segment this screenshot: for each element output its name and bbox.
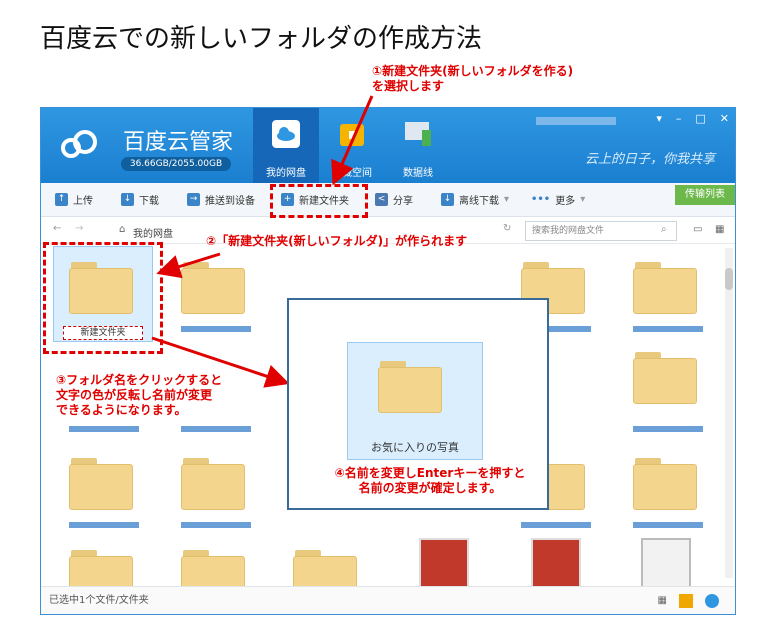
- top-bar: 百度云管家 36.66GB/2055.00GB 我的网盘 隐藏空间 数据线 ▾ …: [41, 108, 735, 183]
- search-input[interactable]: 搜索我的网盘文件: [525, 221, 677, 241]
- annotation-step4: ④名前を変更しEnterキーを押すと 名前の変更が確定します。: [334, 466, 526, 495]
- window-controls: ▾ – □ ✕: [656, 112, 729, 125]
- folder-label-redacted: [69, 426, 139, 432]
- maximize-icon[interactable]: □: [695, 112, 705, 125]
- annotation-step3: ③フォルダ名をクリックすると 文字の色が反転し名前が変更 できるようになります。: [56, 373, 223, 417]
- home-icon[interactable]: ⌂: [119, 224, 125, 235]
- offline-download-icon: ↓: [441, 193, 454, 206]
- slogan: 云上的日子，你我共享: [584, 152, 715, 167]
- nav-my-drive[interactable]: 我的网盘: [253, 108, 319, 183]
- baidu-cloud-logo-icon: [61, 130, 97, 158]
- image-thumbnail[interactable]: [531, 538, 581, 590]
- scrollbar[interactable]: [725, 248, 733, 578]
- nav-data-line[interactable]: 数据线: [385, 108, 451, 183]
- folder-icon[interactable]: [69, 458, 139, 512]
- folder-label-redacted: [521, 522, 591, 528]
- rename-example-panel: お気に入りの写真 ④名前を変更しEnterキーを押すと 名前の変更が確定します。: [287, 298, 549, 510]
- folder-label-redacted: [69, 522, 139, 528]
- toolbar: ↑ 上传 ↓ 下载 → 推送到设备 + 新建文件夹 < 分享 ↓ 离线下载 ▾ …: [41, 183, 735, 217]
- chevron-down-icon: ▾: [504, 194, 510, 205]
- selection-status: 已选中1个文件/文件夹: [49, 595, 149, 606]
- minimize-icon[interactable]: –: [676, 112, 682, 125]
- view-toggle-icon[interactable]: ▭: [693, 224, 702, 235]
- renamed-folder: お気に入りの写真: [347, 342, 483, 460]
- brand-name: 百度云管家: [123, 130, 234, 155]
- nav-label: 隐藏空间: [332, 168, 372, 179]
- folder-label-redacted: [633, 426, 703, 432]
- lock-icon: [340, 124, 364, 146]
- grid-view-icon[interactable]: ▦: [715, 224, 724, 235]
- folder-icon[interactable]: [633, 458, 703, 512]
- close-icon[interactable]: ✕: [720, 112, 729, 125]
- breadcrumb[interactable]: 我的网盘: [133, 225, 173, 240]
- menu-icon[interactable]: ▾: [656, 112, 662, 125]
- nav-label: 我的网盘: [266, 168, 306, 179]
- search-icon[interactable]: ⌕: [661, 224, 667, 235]
- image-thumbnail[interactable]: [419, 538, 469, 590]
- lock-status-icon[interactable]: [705, 594, 719, 608]
- share-icon: <: [375, 193, 388, 206]
- chevron-down-icon: ▾: [580, 194, 586, 205]
- folder-label-redacted: [633, 326, 703, 332]
- storage-quota: 36.66GB/2055.00GB: [121, 157, 231, 171]
- nav-hidden-space[interactable]: 隐藏空间: [319, 108, 385, 183]
- offline-download-button[interactable]: ↓ 离线下载 ▾: [441, 192, 509, 207]
- upload-button[interactable]: ↑ 上传: [55, 192, 93, 207]
- forward-arrow-icon[interactable]: →: [75, 223, 83, 234]
- folder-icon[interactable]: [181, 458, 251, 512]
- status-bar: 已选中1个文件/文件夹 ▦: [41, 586, 735, 614]
- share-button[interactable]: < 分享: [375, 192, 413, 207]
- push-to-device-button[interactable]: → 推送到设备: [187, 192, 255, 207]
- folder-label-redacted: [181, 326, 251, 332]
- push-icon: →: [187, 193, 200, 206]
- folder-icon: [378, 361, 448, 415]
- highlight-new-folder-button: [270, 184, 368, 218]
- annotation-step1: ①新建文件夹(新しいフォルダを作る) を選択します: [372, 64, 574, 93]
- folder-icon[interactable]: [181, 262, 251, 316]
- image-thumbnail[interactable]: [641, 538, 691, 590]
- folder-icon[interactable]: [633, 352, 703, 406]
- transfer-list-button[interactable]: 传输列表: [675, 185, 735, 205]
- scrollbar-thumb[interactable]: [725, 268, 733, 290]
- grid-icon[interactable]: ▦: [658, 587, 667, 614]
- download-button[interactable]: ↓ 下载: [121, 192, 159, 207]
- more-dots-icon: •••: [531, 194, 551, 205]
- page-title: 百度云での新しいフォルダの作成方法: [40, 24, 483, 54]
- folder-label-redacted: [181, 426, 251, 432]
- devices-icon: [405, 122, 431, 146]
- highlight-new-folder: [43, 242, 163, 354]
- annotation-step2: ②「新建文件夹(新しいフォルダ)」が作られます: [206, 234, 468, 248]
- nav-label: 数据线: [403, 168, 433, 179]
- folder-icon[interactable]: [633, 262, 703, 316]
- renamed-folder-label: お気に入りの写真: [371, 441, 459, 454]
- back-arrow-icon[interactable]: ←: [53, 223, 61, 234]
- folder-label-redacted: [633, 522, 703, 528]
- folder-label-redacted: [181, 522, 251, 528]
- cloud-icon: [272, 120, 300, 148]
- download-icon: ↓: [121, 193, 134, 206]
- upload-icon: ↑: [55, 193, 68, 206]
- username-redacted: [536, 117, 616, 125]
- refresh-icon[interactable]: ↻: [503, 223, 511, 234]
- more-button[interactable]: ••• 更多 ▾: [531, 192, 585, 207]
- upload-status-icon[interactable]: [679, 594, 693, 608]
